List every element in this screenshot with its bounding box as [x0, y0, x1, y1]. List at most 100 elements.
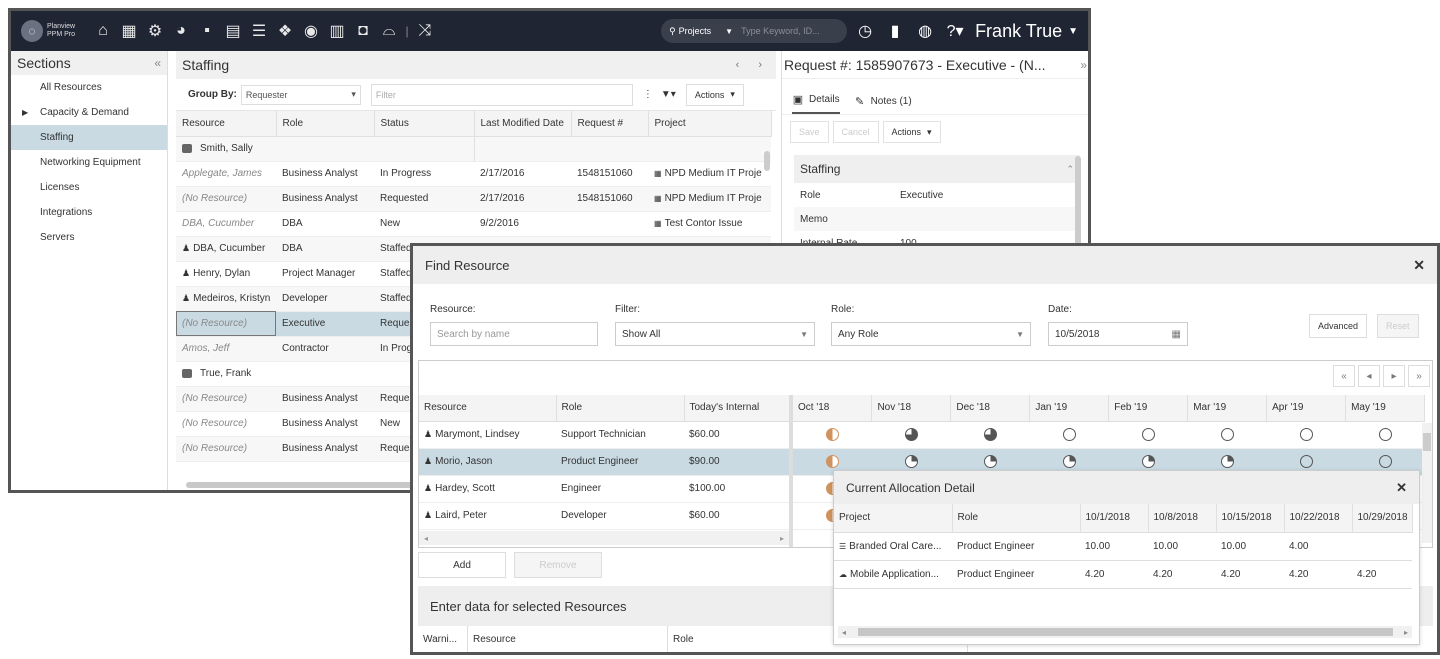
- horizontal-scrollbar[interactable]: ◂ ▸: [838, 626, 1412, 638]
- allocation-circle-icon[interactable]: [983, 455, 997, 468]
- column-header[interactable]: 10/1/2018: [1080, 504, 1149, 533]
- grid-icon[interactable]: ▪: [195, 19, 219, 43]
- column-header[interactable]: Status: [374, 111, 475, 137]
- table-row[interactable]: (No Resource) Business Analyst Requested 2/…: [176, 186, 771, 212]
- allocation-circle-icon[interactable]: [825, 455, 839, 468]
- sidebar-item-integrations[interactable]: Integrations: [11, 200, 167, 225]
- allocation-cell[interactable]: [1345, 421, 1425, 449]
- map-icon[interactable]: ▥: [325, 19, 349, 43]
- column-header[interactable]: Last Modified Date: [474, 111, 572, 137]
- resource-search-input[interactable]: Search by name: [430, 322, 598, 346]
- column-header[interactable]: Request #: [571, 111, 649, 137]
- filter-icon[interactable]: ▼▾: [661, 89, 676, 100]
- group-row[interactable]: Smith, Sally: [176, 136, 771, 162]
- horizontal-scrollbar[interactable]: ◂ ▸: [419, 531, 789, 545]
- allocation-cell[interactable]: [1266, 421, 1346, 449]
- sidebar-item-capacity-demand[interactable]: ▶ Capacity & Demand: [11, 100, 167, 125]
- first-page-icon[interactable]: «: [1333, 365, 1355, 387]
- allocation-circle-icon[interactable]: [1141, 455, 1155, 468]
- prev-next-nav[interactable]: ‹ ›: [736, 59, 770, 71]
- next-page-icon[interactable]: ▸: [1383, 365, 1405, 387]
- allocation-circle-icon[interactable]: [1062, 428, 1076, 441]
- reset-button[interactable]: Reset: [1377, 314, 1419, 338]
- resource-row[interactable]: ♟ Hardey, Scott Engineer $100.00: [419, 475, 789, 503]
- table-row[interactable]: DBA, Cucumber DBA New 9/2/2016 ▦ Test Contor …: [176, 211, 771, 237]
- allocation-cell[interactable]: [950, 421, 1030, 449]
- table-row[interactable]: Applegate, James Business Analyst In Progr…: [176, 161, 771, 187]
- column-header[interactable]: 10/15/2018: [1216, 504, 1285, 533]
- close-icon[interactable]: ✕: [1413, 257, 1425, 274]
- column-header[interactable]: Project: [648, 111, 772, 137]
- column-header[interactable]: Resource: [468, 626, 668, 652]
- history-clock-icon[interactable]: ◷: [853, 19, 877, 43]
- building-icon[interactable]: ▦: [117, 19, 141, 43]
- home-icon[interactable]: ⌂: [91, 19, 115, 43]
- sidebar-item-networking-equipment[interactable]: Networking Equipment: [11, 150, 167, 175]
- collapse-group-icon[interactable]: [182, 368, 192, 378]
- allocation-cell[interactable]: [871, 421, 951, 449]
- help-icon[interactable]: ?▾: [943, 19, 967, 43]
- collapse-up-icon[interactable]: ⌃: [1066, 164, 1074, 175]
- resource-row[interactable]: ♟ Morio, Jason Product Engineer $90.00: [419, 448, 789, 476]
- collapse-icon[interactable]: «: [154, 56, 161, 70]
- allocation-cell[interactable]: [1187, 421, 1267, 449]
- allocation-circle-icon[interactable]: [1378, 455, 1392, 468]
- allocation-circle-icon[interactable]: [1062, 455, 1076, 468]
- actions-button[interactable]: Actions ▾: [882, 121, 941, 143]
- date-input[interactable]: 10/5/2018 ▦: [1048, 322, 1188, 346]
- shuffle-icon[interactable]: ⤨: [413, 19, 437, 43]
- search-input[interactable]: Type Keyword, ID...: [741, 26, 820, 36]
- globe-icon[interactable]: ◍: [913, 19, 937, 43]
- save-button[interactable]: Save: [790, 121, 829, 143]
- server-icon[interactable]: ☰: [247, 19, 271, 43]
- allocation-circle-icon[interactable]: [825, 428, 839, 441]
- horizontal-scrollbar[interactable]: [186, 482, 426, 488]
- column-header[interactable]: Warni...: [418, 626, 468, 652]
- role-select[interactable]: Any Role ▼: [831, 322, 1031, 346]
- allocation-cell[interactable]: [1108, 421, 1188, 449]
- allocation-circle-icon[interactable]: [904, 455, 918, 468]
- column-header[interactable]: Role: [556, 395, 685, 422]
- vertical-scrollbar[interactable]: [764, 151, 770, 171]
- help-box-icon[interactable]: ◘: [351, 19, 375, 43]
- filter-input[interactable]: Filter: [370, 83, 633, 106]
- last-page-icon[interactable]: »: [1408, 365, 1430, 387]
- expand-icon[interactable]: »: [1080, 58, 1087, 72]
- vertical-scrollbar[interactable]: [1422, 423, 1432, 543]
- sidebar-item-staffing[interactable]: Staffing: [11, 125, 167, 150]
- field-value[interactable]: Executive: [900, 190, 943, 201]
- allocation-circle-icon[interactable]: [1299, 455, 1313, 468]
- documents-icon[interactable]: ▤: [221, 19, 245, 43]
- bookmark-icon[interactable]: ▮: [883, 19, 907, 43]
- add-button[interactable]: Add: [418, 552, 506, 578]
- column-header[interactable]: Role: [952, 504, 1081, 533]
- allocation-circle-icon[interactable]: [1141, 428, 1155, 441]
- cancel-button[interactable]: Cancel: [832, 121, 879, 143]
- allocation-detail-row[interactable]: ☁ Mobile Application... Product Engineer 4.…: [834, 560, 1412, 589]
- filter-select[interactable]: Show All ▼: [615, 322, 815, 346]
- allocation-cell[interactable]: [793, 421, 872, 449]
- column-header[interactable]: Project: [834, 504, 953, 533]
- column-options-icon[interactable]: ⋮: [643, 89, 653, 100]
- resource-row[interactable]: ♟ Laird, Peter Developer $60.00: [419, 502, 789, 530]
- column-header[interactable]: 10/22/2018: [1284, 504, 1353, 533]
- sidebar-item-all-resources[interactable]: All Resources: [11, 75, 167, 100]
- allocation-circle-icon[interactable]: [1378, 428, 1392, 441]
- sidebar-item-servers[interactable]: Servers: [11, 225, 167, 250]
- allocation-circle-icon[interactable]: [1220, 428, 1234, 441]
- actions-button[interactable]: Actions ▾: [685, 83, 744, 106]
- planview-logo[interactable]: ◌ Planview PPM Pro: [21, 20, 75, 42]
- column-header[interactable]: 10/29/2018: [1352, 504, 1413, 533]
- tab-details[interactable]: ▣ Details: [792, 93, 840, 114]
- collapse-group-icon[interactable]: [182, 143, 192, 153]
- cubes-icon[interactable]: ❖: [273, 19, 297, 43]
- pie-chart-icon[interactable]: ◕: [169, 19, 193, 43]
- allocation-circle-icon[interactable]: [904, 428, 918, 441]
- resource-row[interactable]: ♟ Marymont, Lindsey Support Technician $60.…: [419, 421, 789, 449]
- column-header[interactable]: Resource: [419, 395, 557, 422]
- column-header[interactable]: 10/8/2018: [1148, 504, 1217, 533]
- advanced-button[interactable]: Advanced: [1309, 314, 1368, 338]
- allocation-circle-icon[interactable]: [1299, 428, 1313, 441]
- search-scope-select[interactable]: ⚲ Projects: [669, 26, 711, 37]
- remove-button[interactable]: Remove: [514, 552, 602, 578]
